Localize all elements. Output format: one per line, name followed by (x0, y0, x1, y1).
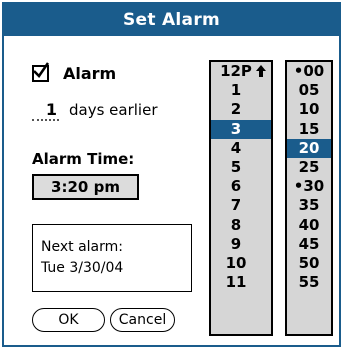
hour-item[interactable]: 4 (211, 139, 271, 158)
minute-item[interactable]: 40 (287, 216, 331, 235)
cancel-button[interactable]: Cancel (110, 308, 175, 332)
alarm-checkbox-row[interactable]: Alarm (32, 62, 117, 83)
minute-item[interactable]: •30 (287, 177, 331, 196)
hour-item[interactable]: 9 (211, 235, 271, 254)
hours-column[interactable]: 12P 1 2 3 4 5 6 7 8 9 10 11 (209, 60, 273, 336)
minute-item[interactable]: 15 (287, 120, 331, 139)
alarm-checkbox[interactable] (32, 62, 50, 82)
days-earlier-label: days earlier (69, 101, 158, 119)
hour-item[interactable]: 11 (211, 273, 271, 292)
hour-item[interactable]: 6 (211, 177, 271, 196)
alarm-time-label: Alarm Time: (32, 150, 135, 168)
hour-item[interactable]: 5 (211, 158, 271, 177)
alarm-time-selector[interactable]: 3:20 pm (32, 174, 139, 200)
ok-button[interactable]: OK (32, 308, 105, 332)
minute-item[interactable]: 05 (287, 81, 331, 100)
checkmark-icon (33, 62, 50, 78)
minute-item[interactable]: 50 (287, 254, 331, 273)
minute-item[interactable]: 10 (287, 100, 331, 119)
hour-item[interactable]: 7 (211, 196, 271, 215)
alarm-checkbox-label: Alarm (63, 64, 117, 83)
hour-item[interactable]: 10 (211, 254, 271, 273)
days-earlier-field[interactable]: 1 (32, 100, 59, 121)
dialog-title: Set Alarm (4, 4, 339, 36)
scroll-up-icon[interactable] (255, 64, 267, 78)
hour-item[interactable]: 2 (211, 100, 271, 119)
next-alarm-box: Next alarm: Tue 3/30/04 (32, 224, 192, 292)
hour-item[interactable]: 8 (211, 216, 271, 235)
minute-item[interactable]: 25 (287, 158, 331, 177)
next-alarm-date: Tue 3/30/04 (41, 260, 124, 276)
minute-item[interactable]: •00 (287, 62, 331, 81)
hour-item[interactable]: 1 (211, 81, 271, 100)
days-earlier-row: 1 days earlier (32, 100, 158, 121)
minute-item[interactable]: 45 (287, 235, 331, 254)
minute-item[interactable]: 55 (287, 273, 331, 292)
hour-item[interactable]: 3 (211, 119, 271, 139)
minute-item[interactable]: 35 (287, 196, 331, 215)
minute-item[interactable]: 20 (287, 138, 331, 158)
next-alarm-label: Next alarm: (41, 239, 123, 255)
minutes-column[interactable]: •00 05 10 15 20 25 •30 35 40 45 50 55 (285, 60, 333, 336)
set-alarm-dialog: Set Alarm Alarm 1 days earlier Alarm Tim… (2, 2, 341, 347)
